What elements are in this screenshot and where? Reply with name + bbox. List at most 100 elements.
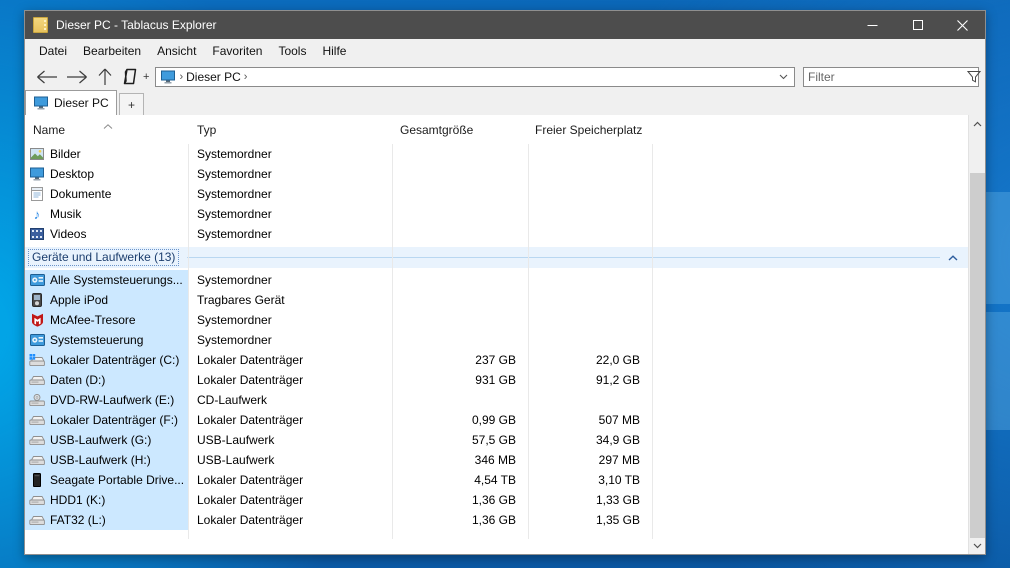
- up-button[interactable]: [95, 67, 115, 86]
- close-icon: [957, 19, 968, 31]
- file-row[interactable]: Lokaler Datenträger (F:) Lokaler Datenträ…: [25, 410, 968, 430]
- file-name-cell[interactable]: Lokaler Datenträger (F:): [25, 410, 188, 430]
- file-free-space-cell: 1,35 GB: [595, 513, 640, 527]
- file-free-space-cell: [528, 204, 652, 224]
- file-name-cell[interactable]: Daten (D:): [25, 370, 188, 390]
- scrollbar-thumb[interactable]: [970, 173, 985, 538]
- forward-button[interactable]: [64, 69, 91, 85]
- titlebar[interactable]: Dieser PC - Tablacus Explorer: [25, 11, 985, 39]
- address-dropdown-button[interactable]: [779, 74, 788, 80]
- file-name-cell[interactable]: USB-Laufwerk (G:): [25, 430, 188, 450]
- tab-dieser-pc[interactable]: Dieser PC: [25, 90, 117, 115]
- minimize-button[interactable]: [850, 11, 895, 39]
- file-name-cell[interactable]: Apple iPod: [25, 290, 188, 310]
- file-name-cell[interactable]: Bilder: [25, 144, 188, 164]
- file-row[interactable]: ♪ Musik Systemordner: [25, 204, 968, 224]
- file-row[interactable]: Videos Systemordner: [25, 224, 968, 244]
- file-size-cell: [392, 270, 528, 290]
- menu-datei[interactable]: Datei: [31, 39, 75, 63]
- monitor-icon: [29, 166, 45, 182]
- file-name-cell[interactable]: HDD1 (K:): [25, 490, 188, 510]
- file-name-cell[interactable]: Dokumente: [25, 184, 188, 204]
- filter-box: [803, 66, 981, 87]
- menu-ansicht[interactable]: Ansicht: [149, 39, 204, 63]
- file-type-cell: Lokaler Datenträger: [197, 513, 304, 527]
- file-row[interactable]: McAfee-Tresore Systemordner: [25, 310, 968, 330]
- maximize-button[interactable]: [895, 11, 940, 39]
- file-name-cell[interactable]: DVD-RW-Laufwerk (E:): [25, 390, 188, 410]
- file-size-cell: 4,54 TB: [474, 473, 516, 487]
- file-row[interactable]: Lokaler Datenträger (C:) Lokaler Datenträ…: [25, 350, 968, 370]
- file-row[interactable]: Desktop Systemordner: [25, 164, 968, 184]
- column-header-freier-speicherplatz[interactable]: Freier Speicherplatz: [528, 123, 652, 137]
- file-type-cell: Systemordner: [197, 313, 272, 327]
- file-row[interactable]: FAT32 (L:) Lokaler Datenträger 1,36 GB 1,35…: [25, 510, 968, 530]
- close-button[interactable]: [940, 11, 985, 39]
- drive-icon: [29, 512, 45, 528]
- file-row[interactable]: USB-Laufwerk (G:) USB-Laufwerk 57,5 GB 34,9…: [25, 430, 968, 450]
- menu-hilfe[interactable]: Hilfe: [314, 39, 354, 63]
- file-name-cell[interactable]: McAfee-Tresore: [25, 310, 188, 330]
- file-name-cell[interactable]: ♪ Musik: [25, 204, 188, 224]
- file-row[interactable]: Seagate Portable Drive... Lokaler Datentr…: [25, 470, 968, 490]
- file-row[interactable]: USB-Laufwerk (H:) USB-Laufwerk 346 MB 297 M…: [25, 450, 968, 470]
- file-size-cell: 1,36 GB: [471, 493, 516, 507]
- column-separator: [392, 144, 393, 539]
- menu-tools[interactable]: Tools: [270, 39, 314, 63]
- file-row[interactable]: Alle Systemsteuerungs... Systemordner: [25, 270, 968, 290]
- file-type-cell: Systemordner: [197, 147, 272, 161]
- dvd-drive-icon: [29, 392, 45, 408]
- breadcrumb-chevron-icon[interactable]: ›: [244, 71, 248, 83]
- filter-input[interactable]: [804, 69, 967, 84]
- new-tab-button[interactable]: +: [119, 93, 144, 115]
- clone-tab-plus[interactable]: +: [143, 71, 149, 83]
- file-size-cell: [392, 290, 528, 310]
- file-blank-cell: [652, 310, 968, 330]
- file-name-cell[interactable]: Videos: [25, 224, 188, 244]
- file-name-cell[interactable]: Desktop: [25, 164, 188, 184]
- file-name-label: USB-Laufwerk (G:): [50, 433, 152, 447]
- sort-ascending-icon: [103, 116, 113, 134]
- file-type-cell: Tragbares Gerät: [197, 293, 285, 307]
- file-blank-cell: [652, 224, 968, 244]
- list-body: Bilder Systemordner Desktop Systemordner Dok…: [25, 144, 968, 530]
- file-name-cell[interactable]: USB-Laufwerk (H:): [25, 450, 188, 470]
- file-row[interactable]: Dokumente Systemordner: [25, 184, 968, 204]
- breadcrumb-item[interactable]: Dieser PC: [186, 70, 241, 84]
- file-type-cell: Lokaler Datenträger: [197, 353, 304, 367]
- file-blank-cell: [652, 350, 968, 370]
- file-row[interactable]: Systemsteuerung Systemordner: [25, 330, 968, 350]
- file-row[interactable]: DVD-RW-Laufwerk (E:) CD-Laufwerk: [25, 390, 968, 410]
- file-free-space-cell: 1,33 GB: [595, 493, 640, 507]
- scroll-down-button[interactable]: [969, 537, 985, 554]
- file-size-cell: [392, 144, 528, 164]
- ipod-icon: [29, 292, 45, 308]
- column-header-gesamtgroesse[interactable]: Gesamtgröße: [392, 123, 528, 137]
- scroll-up-button[interactable]: [969, 115, 985, 132]
- menu-bearbeiten[interactable]: Bearbeiten: [75, 39, 149, 63]
- file-name-cell[interactable]: Lokaler Datenträger (C:): [25, 350, 188, 370]
- file-blank-cell: [652, 410, 968, 430]
- file-row[interactable]: Apple iPod Tragbares Gerät: [25, 290, 968, 310]
- clone-tab-button[interactable]: [119, 67, 141, 86]
- file-row[interactable]: HDD1 (K:) Lokaler Datenträger 1,36 GB 1,33 …: [25, 490, 968, 510]
- back-button[interactable]: [33, 69, 60, 85]
- file-name-cell[interactable]: Seagate Portable Drive...: [25, 470, 188, 490]
- file-row[interactable]: Bilder Systemordner: [25, 144, 968, 164]
- file-row[interactable]: Daten (D:) Lokaler Datenträger 931 GB 91,2 …: [25, 370, 968, 390]
- group-header-label[interactable]: Geräte und Laufwerke (13): [28, 249, 180, 266]
- file-size-cell: [392, 310, 528, 330]
- file-name-label: Seagate Portable Drive...: [50, 473, 185, 487]
- file-name-cell[interactable]: Alle Systemsteuerungs...: [25, 270, 188, 290]
- collapse-group-button[interactable]: [948, 254, 958, 261]
- column-header-typ[interactable]: Typ: [188, 123, 392, 137]
- file-name-label: Lokaler Datenträger (F:): [50, 413, 179, 427]
- address-bar[interactable]: › Dieser PC ›: [155, 66, 795, 87]
- group-header-row[interactable]: Geräte und Laufwerke (13): [25, 247, 968, 268]
- vertical-scrollbar[interactable]: [968, 115, 985, 554]
- menu-favoriten[interactable]: Favoriten: [204, 39, 270, 63]
- file-name-cell[interactable]: FAT32 (L:): [25, 510, 188, 530]
- forward-icon: [67, 70, 87, 83]
- file-name-cell[interactable]: Systemsteuerung: [25, 330, 188, 350]
- file-free-space-cell: 3,10 TB: [598, 473, 640, 487]
